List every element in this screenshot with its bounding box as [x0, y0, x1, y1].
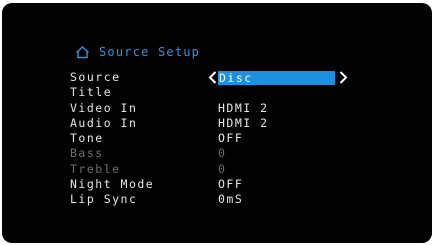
tone-value: OFF — [218, 131, 244, 146]
osd-screen: Source Setup Source Disc Title Video In … — [2, 3, 432, 243]
lip-sync-value: 0mS — [218, 192, 244, 207]
source-value[interactable]: Disc — [218, 70, 335, 85]
bass-label: Bass — [70, 146, 104, 161]
night-mode-label: Night Mode — [70, 177, 155, 192]
audio-in-label: Audio In — [70, 115, 138, 130]
video-in-value: HDMI 2 — [218, 100, 269, 115]
menu-header: Source Setup — [75, 45, 200, 59]
chevron-right-icon[interactable] — [339, 71, 348, 84]
chevron-left-icon[interactable] — [208, 71, 217, 84]
source-selector[interactable]: Disc — [208, 70, 348, 85]
night-mode-value: OFF — [218, 177, 244, 192]
treble-value: 0 — [218, 161, 227, 176]
audio-in-value: HDMI 2 — [218, 115, 269, 130]
video-in-label: Video In — [70, 100, 138, 115]
source-label: Source — [70, 70, 121, 84]
lip-sync-label: Lip Sync — [70, 192, 138, 207]
page-title: Source Setup — [99, 45, 201, 59]
treble-label: Treble — [70, 161, 121, 176]
bass-value: 0 — [218, 146, 227, 161]
title-label: Title — [70, 85, 113, 100]
home-icon — [76, 46, 89, 59]
tone-label: Tone — [70, 131, 104, 146]
